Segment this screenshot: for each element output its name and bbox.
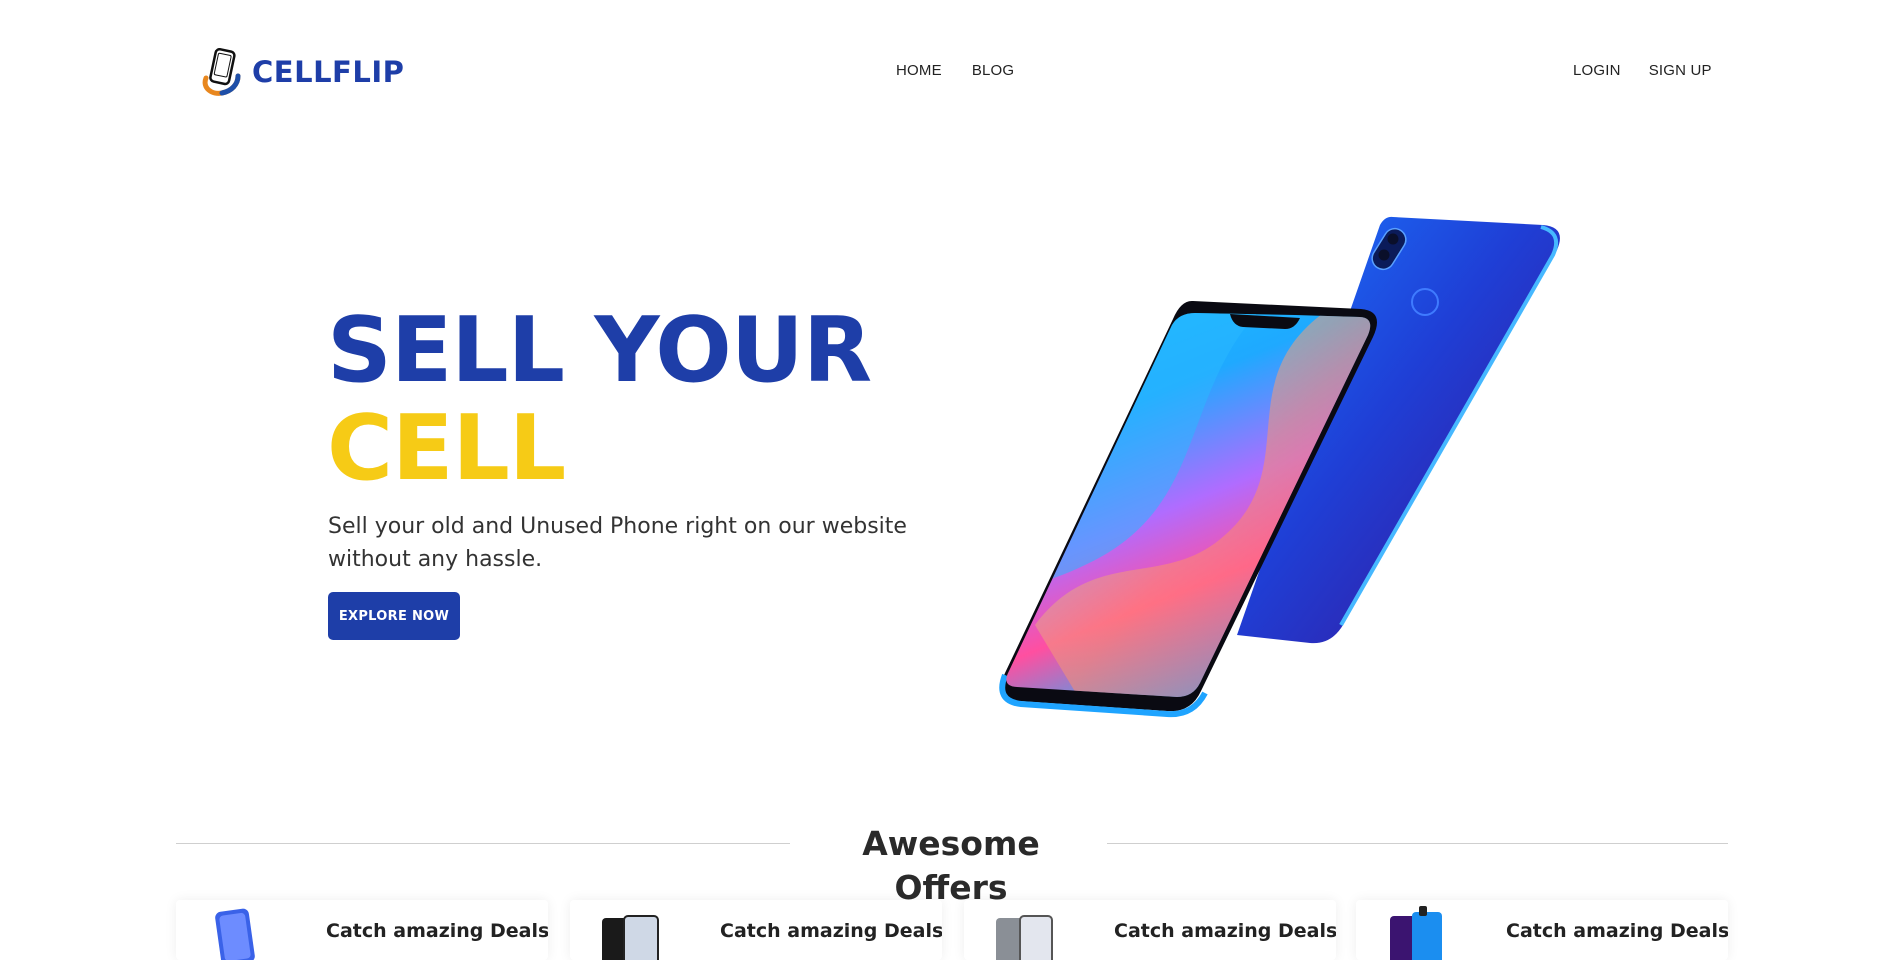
phone-silver-thumbnail-icon xyxy=(996,915,1053,960)
smartphone-hero-image xyxy=(999,216,1560,718)
deal-card[interactable]: Catch amazing Deals xyxy=(964,900,1336,960)
deal-card[interactable]: Catch amazing Deals xyxy=(570,900,942,960)
hero-title-line2: CELL xyxy=(327,396,566,501)
deal-title: Catch amazing Deals xyxy=(720,920,942,942)
main-nav: HOME BLOG xyxy=(896,62,1014,79)
phone-black-thumbnail-icon xyxy=(602,915,659,960)
deal-title: Catch amazing Deals xyxy=(326,920,548,942)
hero-title: SELL YOUR CELL xyxy=(327,298,872,501)
login-link[interactable]: LOGIN xyxy=(1573,62,1621,79)
phone-blue-thumbnail-icon xyxy=(215,908,255,960)
deal-title: Catch amazing Deals xyxy=(1114,920,1336,942)
deal-card[interactable]: Catch amazing Deals xyxy=(1356,900,1728,960)
hero-title-line1: SELL YOUR xyxy=(327,298,872,403)
offers-heading: Awesome Offers xyxy=(862,824,1040,907)
auth-nav: LOGIN SIGN UP xyxy=(1573,62,1712,79)
brand-logo[interactable]: CELLFLIP xyxy=(200,48,404,96)
hero-subtitle: Sell your old and Unused Phone right on … xyxy=(328,514,907,572)
brand-name: CELLFLIP xyxy=(252,55,405,89)
heading-divider-right xyxy=(1107,843,1728,844)
deals-list: Catch amazing Deals Catch amazing Deals … xyxy=(176,900,1728,960)
nav-blog-link[interactable]: BLOG xyxy=(972,62,1014,79)
signup-link[interactable]: SIGN UP xyxy=(1649,62,1712,79)
nav-home-link[interactable]: HOME xyxy=(896,62,942,79)
phone-logo-icon xyxy=(202,48,241,96)
explore-now-button[interactable]: EXPLORE NOW xyxy=(328,592,460,640)
heading-divider-left xyxy=(176,843,790,844)
deal-title: Catch amazing Deals xyxy=(1506,920,1728,942)
phone-purple-thumbnail-icon xyxy=(1390,906,1442,960)
site-header: CELLFLIP HOME BLOG LOGIN SIGN UP xyxy=(0,0,1903,145)
deal-card[interactable]: Catch amazing Deals xyxy=(176,900,548,960)
offers-heading-row: Awesome Offers xyxy=(176,822,1728,907)
